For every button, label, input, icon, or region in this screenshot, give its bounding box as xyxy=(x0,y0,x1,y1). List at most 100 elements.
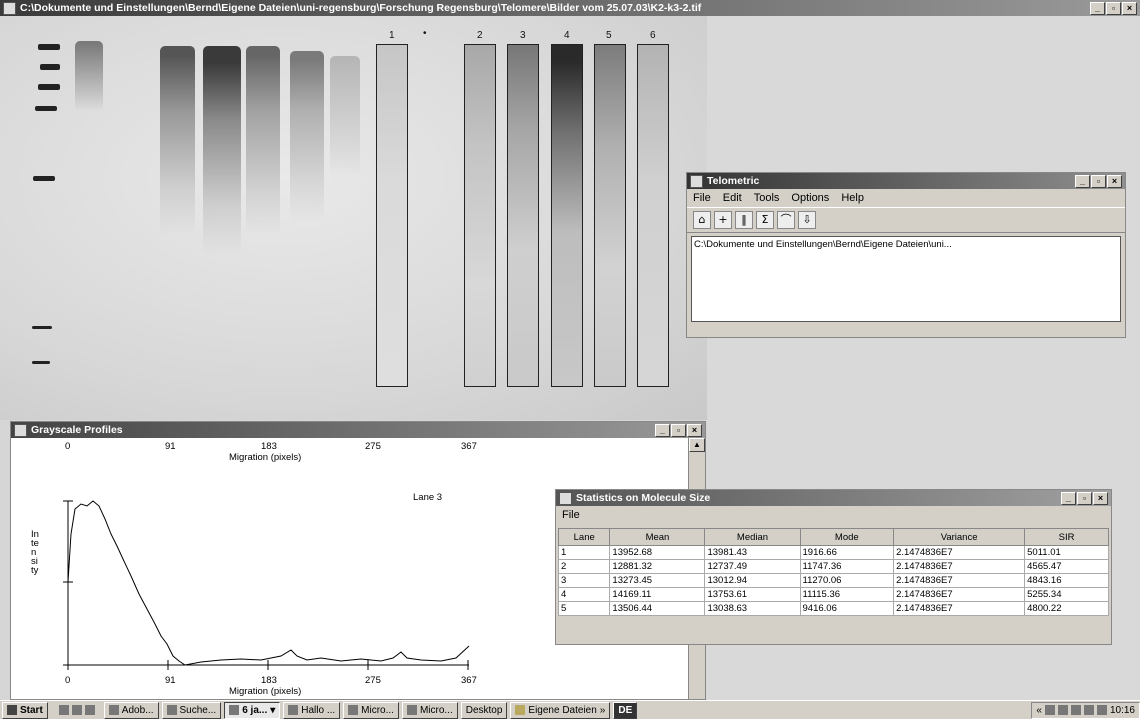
task-micro-1[interactable]: Micro... xyxy=(343,701,399,719)
image-window-titlebar[interactable]: C:\Dokumente und Einstellungen\Bernd\Eig… xyxy=(0,0,1140,16)
sample-smear xyxy=(203,46,241,256)
top-tick: 183 xyxy=(261,441,277,452)
minimize-button[interactable]: _ xyxy=(1061,491,1076,505)
bottom-tick: 0 xyxy=(65,675,71,686)
lane-number-6: 6 xyxy=(650,30,656,41)
quicklaunch-desktop-icon[interactable] xyxy=(84,705,95,715)
folder-label: Eigene Dateien xyxy=(528,704,597,716)
close-button[interactable]: × xyxy=(1122,1,1137,15)
ladder-band xyxy=(32,361,50,364)
column-header[interactable]: Mode xyxy=(799,528,895,546)
sigma-icon[interactable]: Σ xyxy=(756,211,774,229)
task-hallo[interactable]: Hallo ... xyxy=(283,701,341,719)
lane-box-6[interactable] xyxy=(637,44,669,387)
ladder-band xyxy=(33,176,55,181)
column-header[interactable]: Variance xyxy=(893,528,1026,546)
crosshair-icon[interactable]: + xyxy=(714,211,732,229)
adobe-icon xyxy=(108,705,119,715)
search-icon[interactable] xyxy=(1096,705,1107,715)
desktop-toolbar[interactable]: Desktop xyxy=(460,701,508,719)
app-icon xyxy=(690,174,703,188)
maximize-button[interactable]: ▫ xyxy=(671,423,686,437)
table-cell: 5255.34 xyxy=(1024,587,1109,602)
task-label: Micro... xyxy=(361,704,394,716)
task-label: 6 ja... xyxy=(242,704,268,716)
table-header-row: Lane Mean Median Mode Variance SIR xyxy=(557,528,1109,546)
table-cell: 4565.47 xyxy=(1024,559,1109,574)
quicklaunch-ie-icon[interactable] xyxy=(58,705,69,715)
monitor-icon[interactable] xyxy=(1083,705,1094,715)
lanes-icon[interactable]: ‖ xyxy=(735,211,753,229)
task-java-group[interactable]: 6 ja... ▾ xyxy=(224,701,281,719)
task-suche[interactable]: Suche... xyxy=(161,701,222,719)
table-row[interactable]: 1 13952.68 13981.43 1916.66 2.1474836E7 … xyxy=(557,545,1109,560)
lane-box-4[interactable] xyxy=(551,44,583,387)
app-icon xyxy=(3,1,16,15)
folder-toolbar[interactable]: Eigene Dateien» xyxy=(510,701,611,719)
column-header[interactable]: SIR xyxy=(1024,528,1109,546)
close-button[interactable]: × xyxy=(687,423,702,437)
statistics-title: Statistics on Molecule Size xyxy=(576,492,711,504)
lane-box-1[interactable] xyxy=(376,44,408,387)
start-button[interactable]: Start xyxy=(2,701,48,719)
profile-icon[interactable]: ⌒ xyxy=(777,211,795,229)
lane-box-2[interactable] xyxy=(464,44,496,387)
security-icon[interactable] xyxy=(1057,705,1068,715)
quicklaunch-explorer-icon[interactable] xyxy=(71,705,82,715)
gel-image[interactable]: 1 • 2 3 4 5 6 xyxy=(0,16,707,420)
language-indicator[interactable]: DE xyxy=(613,701,638,719)
table-cell: 2 xyxy=(557,559,611,574)
table-cell: 5 xyxy=(557,601,611,616)
volume-icon[interactable] xyxy=(1070,705,1081,715)
menu-edit[interactable]: Edit xyxy=(723,192,742,204)
lane-box-3[interactable] xyxy=(507,44,539,387)
task-adobe[interactable]: Adob... xyxy=(103,701,159,719)
table-cell: 13506.44 xyxy=(609,601,706,616)
menu-options[interactable]: Options xyxy=(791,192,829,204)
close-button[interactable]: × xyxy=(1107,174,1122,188)
app-icon xyxy=(14,423,27,437)
table-row[interactable]: 5 13506.44 13038.63 9416.06 2.1474836E7 … xyxy=(557,601,1109,616)
statistics-menubar: File xyxy=(556,506,1111,524)
menu-file[interactable]: File xyxy=(693,192,711,204)
y-axis-label: Intensity xyxy=(31,529,39,576)
clock[interactable]: 10:16 xyxy=(1110,705,1135,716)
minimize-button[interactable]: _ xyxy=(655,423,670,437)
table-cell: 1916.66 xyxy=(799,545,895,560)
tray-expand-icon[interactable]: « xyxy=(1036,705,1042,716)
maximize-button[interactable]: ▫ xyxy=(1077,491,1092,505)
open-icon[interactable]: ⌂ xyxy=(693,211,711,229)
menu-file[interactable]: File xyxy=(562,509,580,521)
table-cell: 13753.61 xyxy=(704,587,801,602)
menu-tools[interactable]: Tools xyxy=(754,192,780,204)
table-row[interactable]: 2 12881.32 12737.49 11747.36 2.1474836E7… xyxy=(557,559,1109,574)
menu-help[interactable]: Help xyxy=(841,192,864,204)
column-header[interactable]: Median xyxy=(704,528,801,546)
column-header[interactable]: Mean xyxy=(609,528,706,546)
table-cell: 9416.06 xyxy=(799,601,895,616)
close-button[interactable]: × xyxy=(1093,491,1108,505)
maximize-button[interactable]: ▫ xyxy=(1091,174,1106,188)
minimize-button[interactable]: _ xyxy=(1090,1,1105,15)
lane-box-5[interactable] xyxy=(594,44,626,387)
scroll-up-icon[interactable]: ▲ xyxy=(689,438,705,452)
column-header[interactable]: Lane xyxy=(557,528,611,546)
table-row[interactable]: 4 14169.11 13753.61 11115.36 2.1474836E7… xyxy=(557,587,1109,602)
table-cell: 2.1474836E7 xyxy=(893,573,1026,588)
export-icon[interactable]: ⇩ xyxy=(798,211,816,229)
table-cell: 13012.94 xyxy=(704,573,801,588)
telometric-title: Telometric xyxy=(707,175,760,187)
table-row[interactable]: 3 13273.45 13012.94 11270.06 2.1474836E7… xyxy=(557,573,1109,588)
telometric-titlebar[interactable]: Telometric _ ▫ × xyxy=(687,173,1125,189)
telometric-window: Telometric _ ▫ × File Edit Tools Options… xyxy=(686,172,1126,338)
maximize-button[interactable]: ▫ xyxy=(1106,1,1121,15)
network-icon[interactable] xyxy=(1044,705,1055,715)
task-micro-2[interactable]: Micro... xyxy=(401,701,458,719)
minimize-button[interactable]: _ xyxy=(1075,174,1090,188)
table-cell: 13952.68 xyxy=(609,545,706,560)
grayscale-titlebar[interactable]: Grayscale Profiles _ ▫ × xyxy=(11,422,705,438)
top-tick: 0 xyxy=(65,441,71,452)
lane-number-2: 2 xyxy=(477,30,483,41)
table-cell: 1 xyxy=(557,545,611,560)
statistics-titlebar[interactable]: Statistics on Molecule Size _ ▫ × xyxy=(556,490,1111,506)
